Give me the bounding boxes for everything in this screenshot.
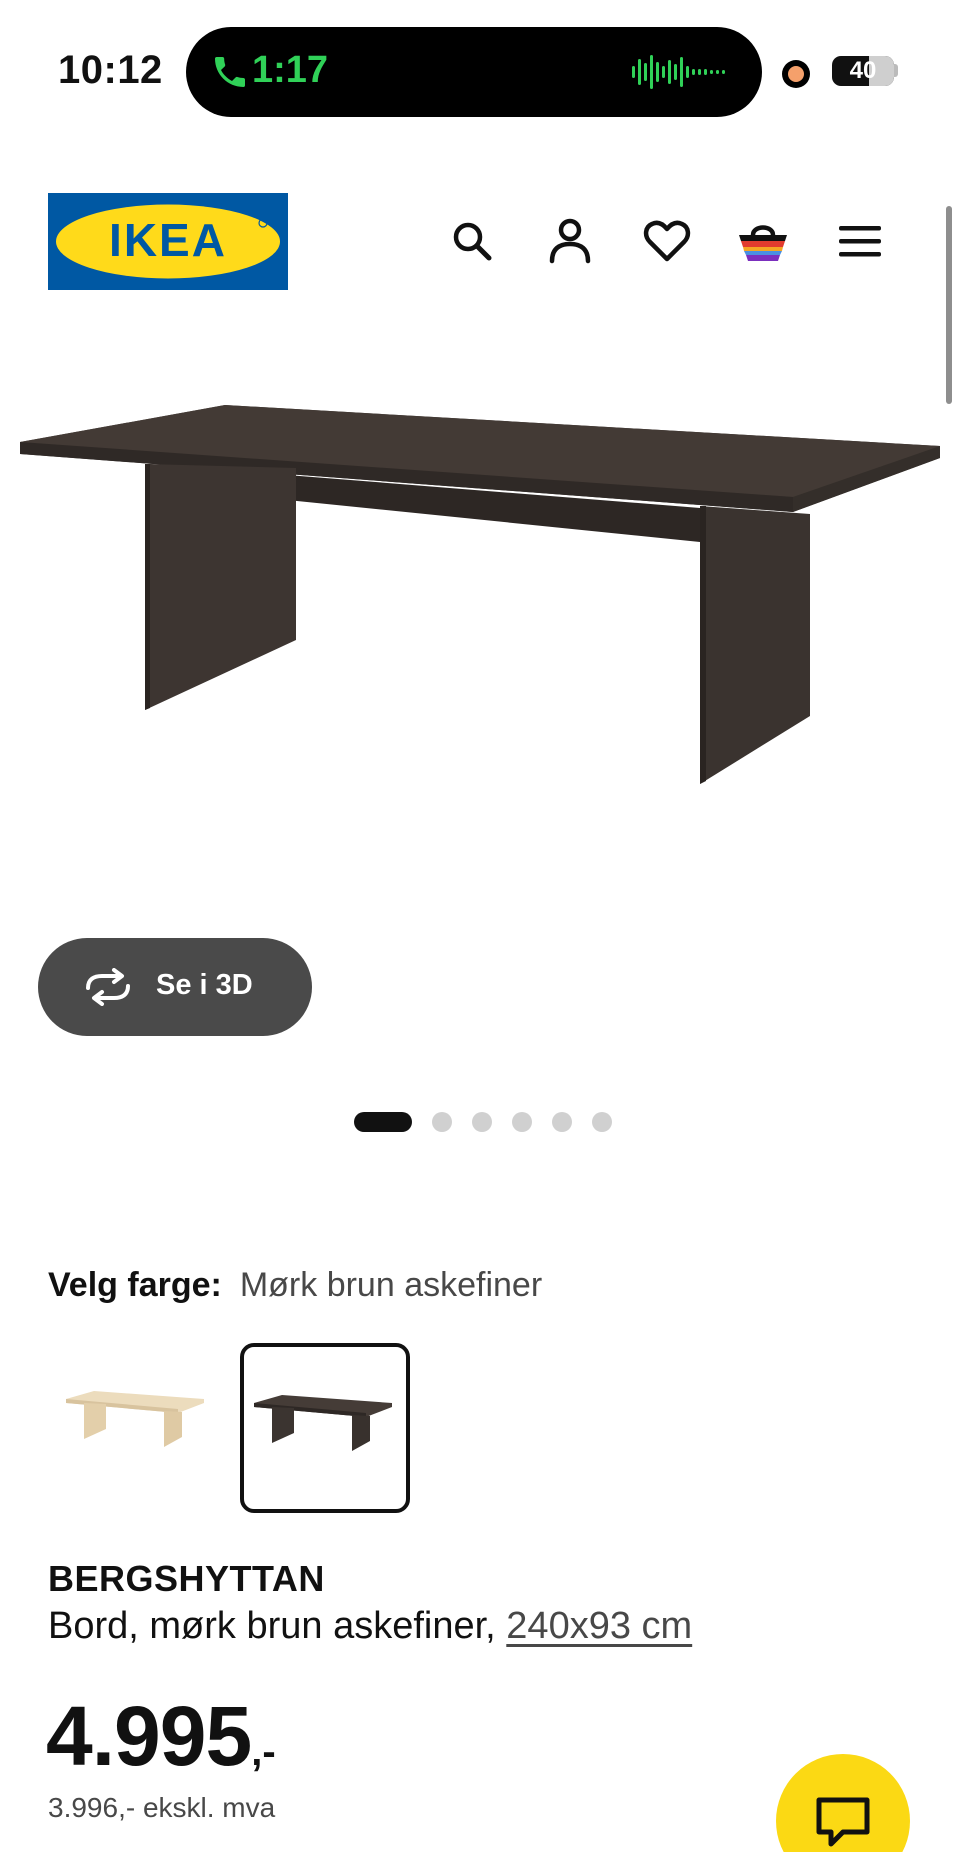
product-dimensions-link[interactable]: 240x93 cm <box>506 1605 692 1647</box>
battery-percentage: 40 <box>849 57 877 84</box>
heart-icon[interactable] <box>640 214 694 268</box>
gallery-dot[interactable] <box>432 1112 452 1132</box>
status-time: 10:12 <box>58 48 163 92</box>
battery-tip <box>894 64 898 77</box>
gallery-dot[interactable] <box>354 1112 412 1132</box>
ikea-logo[interactable]: IKEA <box>48 193 288 290</box>
color-selector-row: Velg farge: Mørk brun askefiner <box>48 1266 542 1305</box>
product-description: Bord, mørk brun askefiner, 240x93 cm <box>48 1605 692 1648</box>
recording-indicator <box>782 60 810 88</box>
search-icon[interactable] <box>445 214 499 268</box>
gallery-dot[interactable] <box>472 1112 492 1132</box>
call-duration: 1:17 <box>252 49 329 91</box>
product-type-text: Bord, mørk brun askefiner, <box>48 1605 496 1647</box>
dark-brown-table-thumbnail <box>254 1395 392 1451</box>
chat-button[interactable] <box>776 1754 910 1852</box>
birch-table-thumbnail <box>66 1391 204 1447</box>
gallery-dot[interactable] <box>552 1112 572 1132</box>
menu-icon[interactable] <box>833 214 887 268</box>
view-in-3d-label: Se i 3D <box>156 969 253 1001</box>
product-name: BERGSHYTTAN <box>48 1558 325 1599</box>
audio-waveform-icon <box>632 55 725 89</box>
product-image[interactable] <box>0 360 960 960</box>
product-price: 4.995,- <box>46 1688 276 1785</box>
ikea-logo-mark: IKEA <box>56 204 280 279</box>
color-option-dark-brown[interactable] <box>240 1343 410 1513</box>
color-option-birch[interactable] <box>54 1343 224 1513</box>
gallery-dot[interactable] <box>592 1112 612 1132</box>
selected-color-value: Mørk brun askefiner <box>239 1266 543 1304</box>
price-suffix: ,- <box>251 1730 276 1774</box>
chat-icon <box>816 1797 870 1847</box>
rotate-3d-icon <box>86 968 130 1006</box>
account-icon[interactable] <box>543 214 597 268</box>
price-excluding-vat: 3.996,- ekskl. mva <box>48 1792 276 1823</box>
view-in-3d-button[interactable]: Se i 3D <box>38 938 312 1036</box>
color-label: Velg farge: <box>48 1266 222 1304</box>
logo-text: IKEA <box>109 214 227 266</box>
dynamic-island-call[interactable]: 1:17 <box>186 27 762 117</box>
battery-icon: 40 <box>832 56 894 86</box>
basket-icon[interactable] <box>736 214 790 268</box>
price-amount: 4.995 <box>46 1689 252 1783</box>
gallery-pagination[interactable] <box>354 1112 612 1132</box>
gallery-dot[interactable] <box>512 1112 532 1132</box>
phone-icon <box>215 57 245 87</box>
